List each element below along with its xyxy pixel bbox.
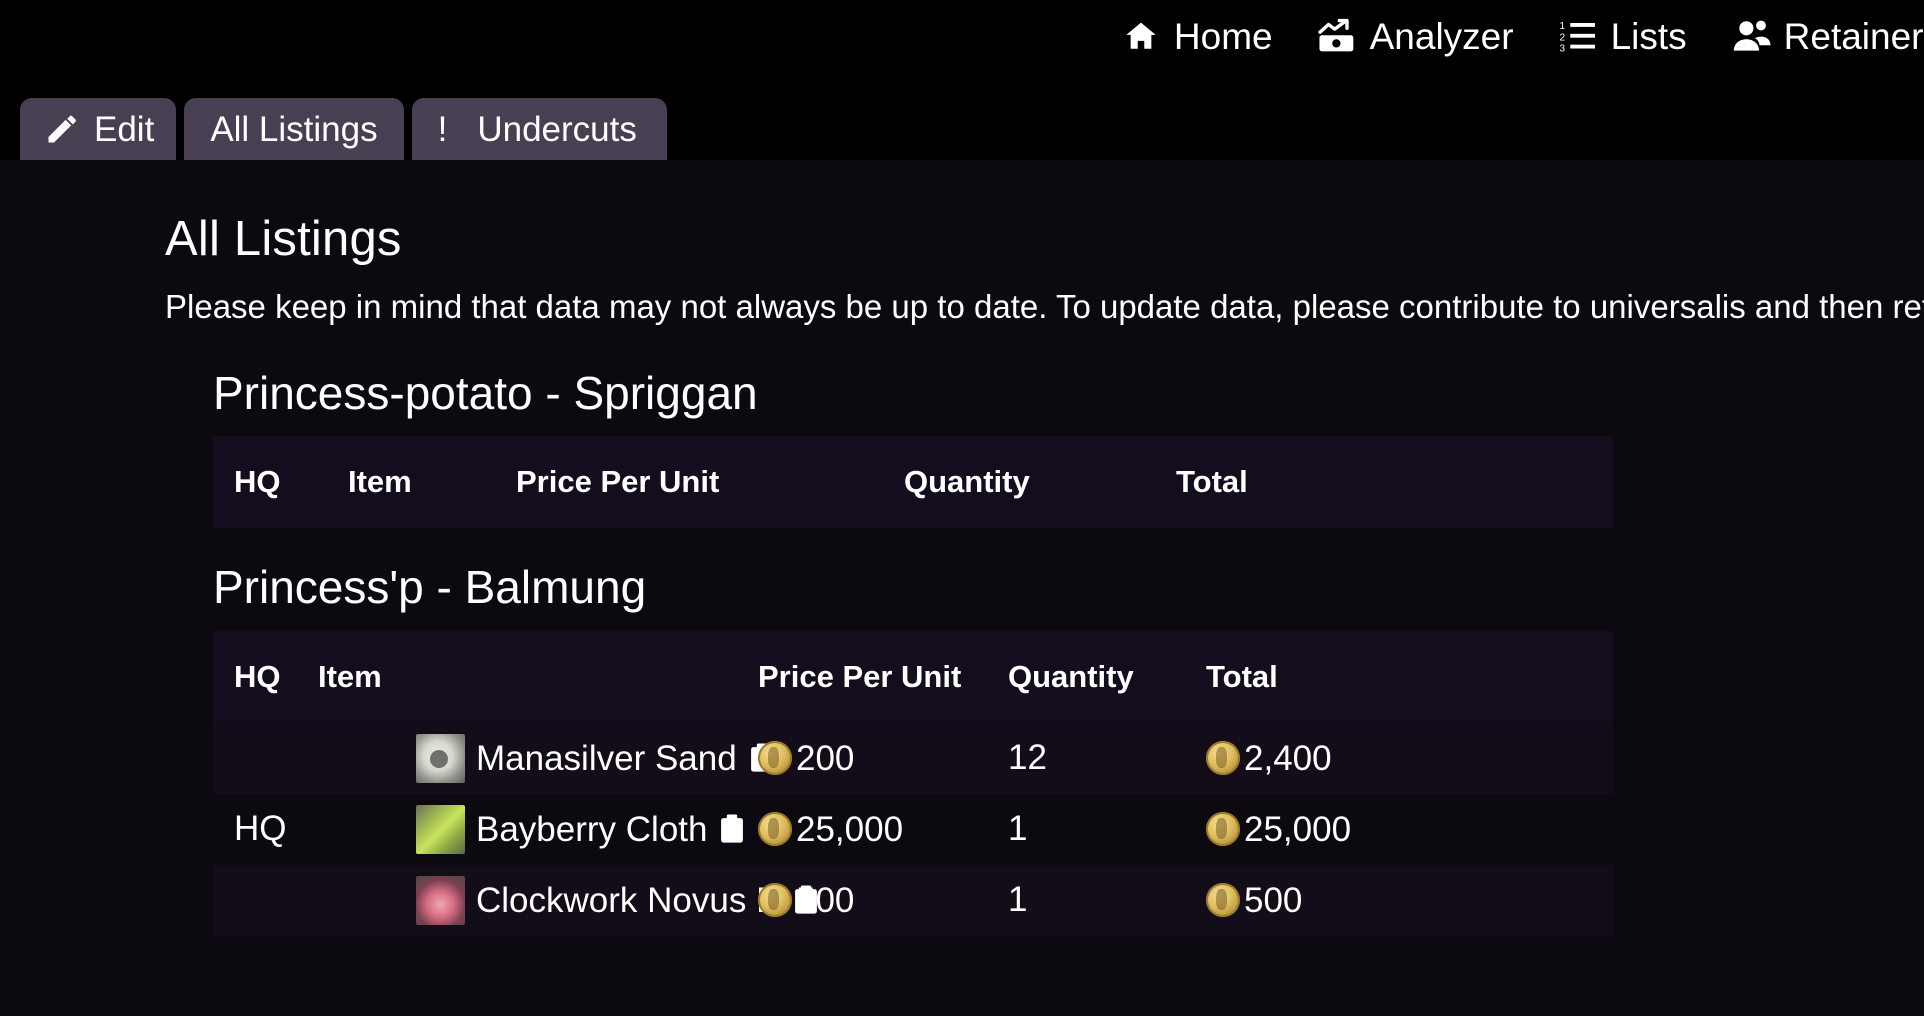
column-header-price[interactable]: Price Per Unit xyxy=(758,631,1008,723)
cell-quantity: 1 xyxy=(1008,794,1206,865)
svg-text:3: 3 xyxy=(1559,43,1565,53)
copy-to-clipboard-icon[interactable] xyxy=(719,814,745,844)
nav-item-analyzer[interactable]: Analyzer xyxy=(1317,16,1514,56)
home-icon xyxy=(1121,16,1161,56)
cell-hq: HQ xyxy=(234,809,287,849)
page-header: All Listings Please keep in mind that da… xyxy=(0,160,1924,326)
cell-total: 500 xyxy=(1206,865,1613,936)
gil-coin-icon xyxy=(758,883,792,918)
nav-item-label: Home xyxy=(1173,15,1273,57)
column-header-price[interactable]: Price Per Unit xyxy=(516,436,904,528)
column-header-hq[interactable]: HQ xyxy=(213,631,318,723)
total-value: 25,000 xyxy=(1244,809,1352,849)
tab-undercuts[interactable]: ! Undercuts xyxy=(411,98,667,160)
cell-hq xyxy=(213,723,318,794)
column-header-quantity[interactable]: Quantity xyxy=(1008,631,1206,723)
cell-hq xyxy=(213,865,318,936)
listings-container: Princess-potato - Spriggan HQ Item Price… xyxy=(0,359,1924,936)
gil-coin-icon xyxy=(758,812,792,847)
lists-icon: 1 2 3 xyxy=(1558,16,1598,56)
listing-section-spriggan: Princess-potato - Spriggan HQ Item Price… xyxy=(186,359,1619,529)
page-title: All Listings xyxy=(165,212,402,266)
total-value: 2,400 xyxy=(1244,738,1332,778)
table-row[interactable]: HQ Bayberry Cloth 25,000 1 25,000 xyxy=(213,793,1613,865)
item-name: Manasilver Sand xyxy=(476,738,737,778)
nav-item-home[interactable]: Home xyxy=(1121,16,1273,56)
svg-text:1: 1 xyxy=(1559,21,1565,32)
column-header-quantity[interactable]: Quantity xyxy=(904,436,1176,528)
quantity-value: 1 xyxy=(1008,880,1028,920)
tab-label: All Listings xyxy=(210,109,378,149)
gil-coin-icon xyxy=(1206,883,1240,918)
cell-item: Manasilver Sand xyxy=(318,723,773,794)
price-value: 25,000 xyxy=(796,809,904,849)
listing-section-balmung: Princess'p - Balmung HQ Item Price Per U… xyxy=(186,554,1619,936)
cell-item: Clockwork Novus D xyxy=(318,865,818,936)
page-description: Please keep in mind that data may not al… xyxy=(165,288,1924,326)
price-value: 500 xyxy=(796,880,855,920)
nav-item-retainers[interactable]: Retainers xyxy=(1731,16,1924,56)
retainers-icon xyxy=(1731,16,1771,56)
tab-bar: Edit All Listings ! Undercuts xyxy=(0,72,1924,160)
cell-quantity: 1 xyxy=(1008,865,1206,936)
cell-price-per-unit: 200 xyxy=(758,723,1008,794)
quantity-value: 12 xyxy=(1008,738,1047,778)
quantity-value: 1 xyxy=(1008,809,1028,849)
nav-item-label: Analyzer xyxy=(1369,15,1514,57)
nav-item-label: Lists xyxy=(1610,15,1687,57)
tab-label: Edit xyxy=(94,109,155,149)
section-title: Princess-potato - Spriggan xyxy=(213,366,758,419)
cell-total: 25,000 xyxy=(1206,794,1613,865)
tab-all-listings[interactable]: All Listings xyxy=(184,98,404,160)
svg-text:2: 2 xyxy=(1559,33,1565,44)
item-name: Bayberry Cloth xyxy=(476,809,708,849)
analyzer-icon xyxy=(1317,16,1357,56)
nav-item-lists[interactable]: 1 2 3 Lists xyxy=(1558,16,1687,56)
price-value: 200 xyxy=(796,738,855,778)
gil-coin-icon xyxy=(1206,812,1240,847)
cell-total: 2,400 xyxy=(1206,723,1613,794)
column-header-hq[interactable]: HQ xyxy=(213,436,348,528)
nav-item-label: Retainers xyxy=(1783,15,1924,57)
listings-table: HQ Item Price Per Unit Quantity Total xyxy=(213,630,1613,936)
table-body: Manasilver Sand 200 12 2,400 HQ Bayberry… xyxy=(213,722,1613,936)
cell-quantity: 12 xyxy=(1008,723,1206,794)
table-row[interactable]: Manasilver Sand 200 12 2,400 xyxy=(213,722,1613,794)
item-name: Clockwork Novus D xyxy=(476,880,782,920)
section-title: Princess'p - Balmung xyxy=(213,561,647,614)
gil-coin-icon xyxy=(1206,741,1240,776)
item-thumbnail-icon xyxy=(416,733,465,783)
gil-coin-icon xyxy=(758,741,792,776)
tab-label: Undercuts xyxy=(477,109,637,149)
table-row[interactable]: Clockwork Novus D 500 1 500 xyxy=(213,864,1613,936)
exclamation-icon: ! xyxy=(437,109,448,149)
table-header: HQ Item Price Per Unit Quantity Total xyxy=(213,630,1613,723)
column-header-total[interactable]: Total xyxy=(1206,631,1613,723)
column-header-total[interactable]: Total xyxy=(1176,436,1613,528)
pencil-icon xyxy=(44,111,80,147)
total-value: 500 xyxy=(1244,880,1303,920)
table-header: HQ Item Price Per Unit Quantity Total xyxy=(213,436,1613,529)
table-header-row: HQ Item Price Per Unit Quantity Total xyxy=(213,436,1613,529)
cell-item: Bayberry Cloth xyxy=(318,794,758,865)
table-header-row: HQ Item Price Per Unit Quantity Total xyxy=(213,630,1613,723)
cell-price-per-unit: 25,000 xyxy=(758,794,1008,865)
tab-edit[interactable]: Edit xyxy=(20,98,177,160)
item-thumbnail-icon xyxy=(416,804,465,854)
cell-price-per-unit: 500 xyxy=(758,865,1008,936)
main-content: All Listings Please keep in mind that da… xyxy=(0,160,1924,1016)
item-thumbnail-icon xyxy=(416,875,465,925)
listings-table: HQ Item Price Per Unit Quantity Total xyxy=(213,436,1613,529)
top-navigation-bar: Home Analyzer 1 2 3 Lists Retainer xyxy=(0,0,1924,72)
column-header-item[interactable]: Item xyxy=(348,436,516,528)
column-header-item[interactable]: Item xyxy=(318,631,758,723)
